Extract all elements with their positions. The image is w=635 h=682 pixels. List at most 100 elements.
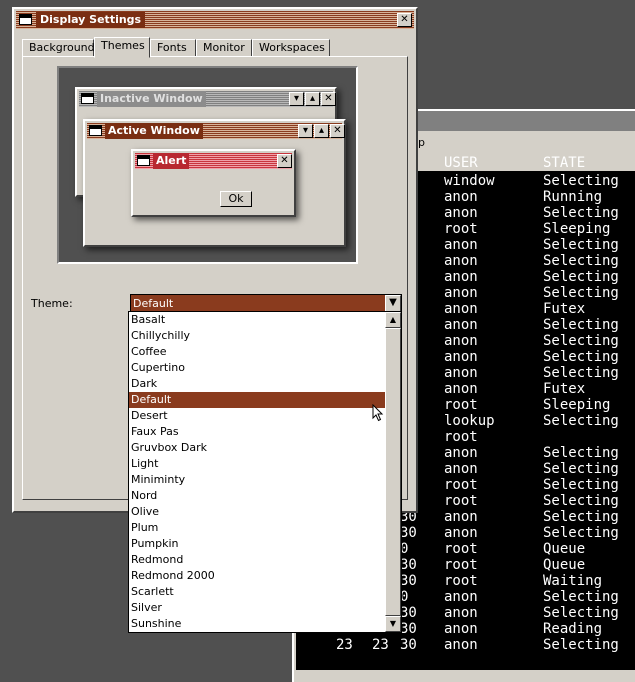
theme-dropdown-list[interactable]: Basalt Chillychilly Coffee Cupertino Dark Def… xyxy=(128,311,402,633)
process-cell-c: 30 xyxy=(400,605,417,621)
process-cell-user: anon xyxy=(444,285,478,301)
theme-option[interactable]: Pumpkin xyxy=(129,536,385,552)
theme-option[interactable]: Redmond 2000 xyxy=(129,568,385,584)
process-row[interactable]: 23 23 30 anon Selecting xyxy=(296,637,635,653)
tab-background[interactable]: Background xyxy=(22,39,95,57)
process-cell-user: anon xyxy=(444,253,478,269)
theme-option[interactable]: Silver xyxy=(129,600,385,616)
active-close-button: ✕ xyxy=(330,124,345,138)
process-cell-state: Queue xyxy=(543,541,586,557)
process-cell-c: 30 xyxy=(400,557,417,573)
active-titlebar: Active Window ▾ ▴ ✕ xyxy=(87,123,345,139)
chevron-down-icon: ▼ xyxy=(389,297,397,308)
alert-close-button: ✕ xyxy=(277,154,292,168)
process-cell-state: Selecting xyxy=(543,285,619,301)
theme-option[interactable]: Olive xyxy=(129,504,385,520)
theme-option[interactable]: Dark xyxy=(129,376,385,392)
theme-option[interactable]: Plum xyxy=(129,520,385,536)
theme-option[interactable]: Cupertino xyxy=(129,360,385,376)
process-cell-user: root xyxy=(444,493,478,509)
process-cell-user: anon xyxy=(444,589,478,605)
mouse-cursor-icon xyxy=(372,404,384,422)
scroll-thumb[interactable] xyxy=(385,328,401,616)
process-cell-state: Queue xyxy=(543,557,586,573)
menu-fragment[interactable]: p xyxy=(418,136,425,149)
inactive-minimize-button: ▾ xyxy=(289,92,304,106)
theme-label: Theme: xyxy=(31,297,73,310)
active-minimize-button: ▾ xyxy=(298,124,313,138)
process-cell-state: Sleeping xyxy=(543,397,611,413)
process-cell-state: Futex xyxy=(543,381,586,397)
theme-preview: Inactive Window ▾ ▴ ✕ Active Window ▾ ▴ … xyxy=(57,66,358,264)
process-cell-state: Selecting xyxy=(543,317,619,333)
theme-option[interactable]: Nord xyxy=(129,488,385,504)
process-cell-user: anon xyxy=(444,317,478,333)
process-cell-user: window xyxy=(444,173,495,189)
process-cell-state: Selecting xyxy=(543,605,619,621)
inactive-window-icon xyxy=(81,93,94,104)
preview-alert-window: Alert ✕ xyxy=(131,149,296,217)
user-column-header[interactable]: USER xyxy=(444,155,478,171)
process-cell-user: anon xyxy=(444,269,478,285)
process-cell-state: Selecting xyxy=(543,509,619,525)
theme-option[interactable]: Gruvbox Dark xyxy=(129,440,385,456)
process-cell-user: root xyxy=(444,429,478,445)
close-icon: ✕ xyxy=(280,155,289,166)
process-cell-state: Sleeping xyxy=(543,221,611,237)
theme-option[interactable]: Basalt xyxy=(129,312,385,328)
dropdown-scrollbar[interactable]: ▲ ▼ xyxy=(385,312,401,632)
process-cell-user: anon xyxy=(444,189,478,205)
process-cell-c: 30 xyxy=(400,621,417,637)
scroll-up-icon: ▲ xyxy=(389,315,397,324)
preview-ok-button: Ok xyxy=(220,191,252,207)
minimize-icon: ▾ xyxy=(302,125,309,136)
inactive-window-title: Inactive Window xyxy=(97,91,206,107)
tab-monitor[interactable]: Monitor xyxy=(196,39,252,57)
scroll-down-button[interactable]: ▼ xyxy=(385,616,401,632)
theme-option[interactable]: Desert xyxy=(129,408,385,424)
system-monitor-statusbar xyxy=(294,670,635,682)
process-cell-c: 30 xyxy=(400,525,417,541)
theme-option[interactable]: Redmond xyxy=(129,552,385,568)
process-cell-state: Selecting xyxy=(543,461,619,477)
alert-titlebar: Alert ✕ xyxy=(135,153,292,169)
theme-option[interactable]: Default xyxy=(129,392,385,408)
close-button[interactable]: ✕ xyxy=(397,13,412,27)
process-cell-state: Selecting xyxy=(543,365,619,381)
tab-fonts[interactable]: Fonts xyxy=(150,39,196,57)
theme-options: Basalt Chillychilly Coffee Cupertino Dark Def… xyxy=(129,312,385,632)
display-settings-titlebar[interactable]: Display Settings ✕ xyxy=(16,11,414,29)
process-cell-state: Selecting xyxy=(543,253,619,269)
theme-select-arrow[interactable]: ▼ xyxy=(385,295,401,312)
process-cell-user: anon xyxy=(444,621,478,637)
active-window-title: Active Window xyxy=(105,123,203,139)
close-icon: ✕ xyxy=(324,93,333,104)
process-cell-user: root xyxy=(444,557,478,573)
window-title: Display Settings xyxy=(36,12,146,28)
theme-option[interactable]: Miniminty xyxy=(129,472,385,488)
state-column-header[interactable]: STATE xyxy=(543,155,585,171)
theme-option[interactable]: Coffee xyxy=(129,344,385,360)
process-cell-user: anon xyxy=(444,205,478,221)
minimize-icon: ▾ xyxy=(293,93,300,104)
theme-option[interactable]: Faux Pas xyxy=(129,424,385,440)
process-cell-user: root xyxy=(444,477,478,493)
theme-option[interactable]: Light xyxy=(129,456,385,472)
maximize-icon: ▴ xyxy=(318,125,325,136)
tab-workspaces[interactable]: Workspaces xyxy=(252,39,330,57)
process-cell-user: lookup xyxy=(444,413,495,429)
process-cell-user: anon xyxy=(444,509,478,525)
theme-option[interactable]: Sunshine xyxy=(129,616,385,632)
process-cell-user: anon xyxy=(444,365,478,381)
theme-option[interactable]: Scarlett xyxy=(129,584,385,600)
process-cell-a: 23 xyxy=(336,637,353,653)
alert-title: Alert xyxy=(153,153,190,169)
inactive-titlebar: Inactive Window ▾ ▴ ✕ xyxy=(79,91,336,107)
process-cell-state: Selecting xyxy=(543,493,619,509)
process-cell-state: Selecting xyxy=(543,637,619,653)
theme-option[interactable]: Chillychilly xyxy=(129,328,385,344)
tab-themes[interactable]: Themes xyxy=(94,37,150,58)
process-cell-user: anon xyxy=(444,461,478,477)
scroll-up-button[interactable]: ▲ xyxy=(385,312,401,328)
process-cell-b: 23 xyxy=(372,637,389,653)
